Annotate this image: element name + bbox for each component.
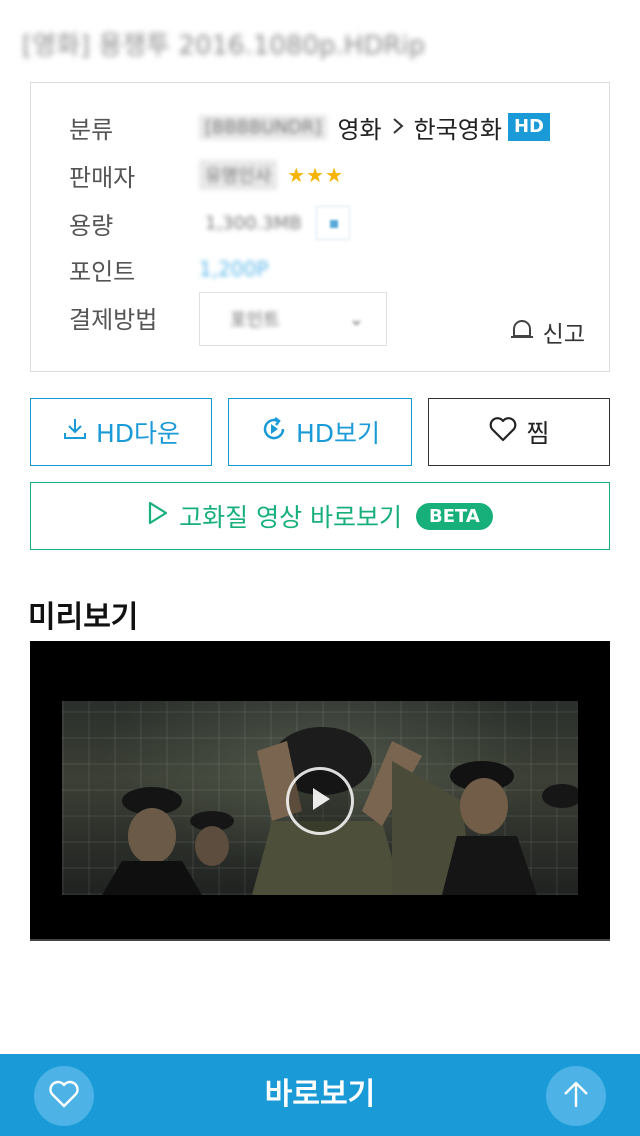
beta-badge: BETA [416, 502, 493, 530]
seller-name[interactable]: 유명인사 [199, 160, 278, 190]
hq-stream-label: 고화질 영상 바로보기 [179, 503, 403, 532]
point-value: 1,200P [199, 257, 268, 281]
size-label: 용량 [69, 211, 114, 240]
play-button[interactable] [286, 767, 354, 835]
bottom-bar: 바로보기 [0, 1054, 640, 1136]
size-value: 1,300.3MB [199, 206, 350, 240]
size-text: 1,300.3MB [205, 212, 302, 234]
video-player[interactable] [30, 641, 610, 941]
report-label: 신고 [542, 322, 585, 348]
seller-value: 유명인사 ★★★ [199, 160, 344, 190]
star-rating-icon: ★★★ [287, 163, 345, 187]
hd-view-button[interactable]: HD보기 [228, 398, 412, 466]
preview-title: 미리보기 [28, 600, 139, 635]
arrow-up-icon [561, 1078, 591, 1114]
favorite-button[interactable] [34, 1066, 94, 1126]
zzim-button[interactable]: 찜 [428, 398, 610, 466]
category-path-1[interactable]: 영화 [337, 110, 381, 145]
category-code: [BBBBUNDR] [199, 114, 328, 140]
info-row-category: 분류 [BBBBUNDR] 영화 한국영화 HD [69, 107, 550, 147]
chevron-right-icon [392, 113, 404, 141]
category-path-2[interactable]: 한국영화 [414, 110, 502, 145]
heart-icon [488, 415, 518, 449]
hd-download-label: HD다운 [95, 419, 181, 448]
payment-label: 결제방법 [69, 305, 158, 334]
page-title: [영화] 용쟁투 2016.1080p.HDRip [22, 31, 426, 61]
payment-select-value: 포인트 [230, 310, 280, 331]
info-row-point: 포인트 1,200P [69, 249, 268, 289]
replay-play-icon [260, 415, 288, 449]
point-text: 1,200P [199, 257, 269, 281]
hq-stream-button[interactable]: 고화질 영상 바로보기 BETA [30, 482, 610, 550]
seller-label: 판매자 [69, 163, 136, 192]
info-box: 분류 [BBBBUNDR] 영화 한국영화 HD 판매자 유명인사 ★★★ 용량… [30, 82, 610, 372]
category-value: [BBBBUNDR] 영화 한국영화 HD [199, 110, 550, 145]
zzim-label: 찜 [526, 419, 550, 448]
watch-now-button[interactable]: 바로보기 [265, 1077, 375, 1112]
scroll-top-button[interactable] [546, 1066, 606, 1126]
category-label: 분류 [69, 115, 114, 144]
play-icon [307, 785, 333, 817]
info-row-size: 용량 1,300.3MB [69, 203, 350, 243]
info-row-seller: 판매자 유명인사 ★★★ [69, 155, 344, 195]
payment-select[interactable]: 포인트 ⌄ [199, 292, 387, 346]
info-row-payment: 결제방법 포인트 ⌄ [69, 292, 387, 346]
bottom-title: 바로보기 [0, 1054, 640, 1136]
hd-view-label: HD보기 [295, 419, 381, 448]
file-info-icon[interactable] [315, 206, 350, 240]
download-icon [62, 416, 88, 448]
hd-badge: HD [507, 113, 550, 141]
chevron-down-icon: ⌄ [348, 308, 364, 330]
hd-download-button[interactable]: HD다운 [30, 398, 212, 466]
point-label: 포인트 [69, 257, 136, 286]
report-button[interactable]: 신고 [509, 315, 585, 349]
bell-icon [509, 316, 535, 348]
play-outline-icon [147, 500, 169, 532]
heart-icon [47, 1078, 81, 1114]
